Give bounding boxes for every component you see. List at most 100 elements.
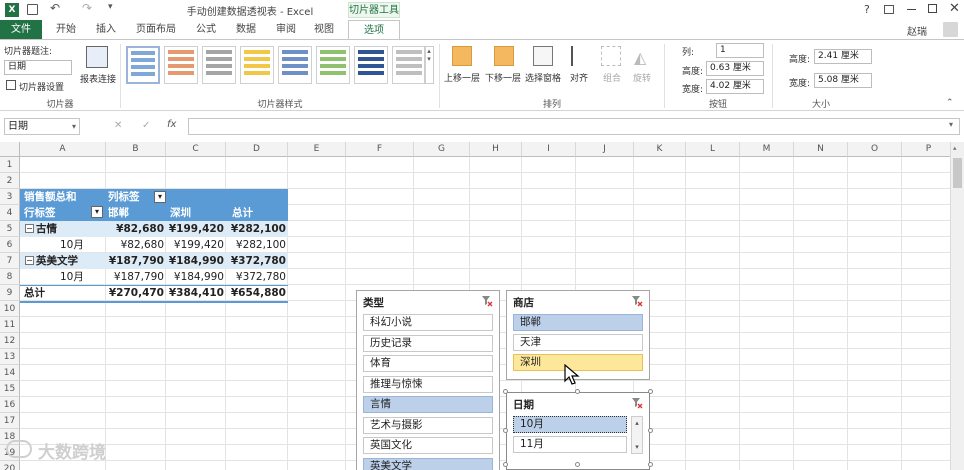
column-header-J[interactable]: J — [576, 142, 634, 157]
scroll-thumb[interactable] — [953, 158, 962, 188]
pivot-row-labels[interactable]: 行标签 — [24, 205, 56, 221]
slicer-style-swatch[interactable] — [316, 46, 350, 84]
resize-handle[interactable] — [575, 462, 580, 467]
insert-function-icon[interactable]: fx — [167, 119, 176, 130]
formula-enter-icon[interactable]: ✓ — [142, 120, 150, 131]
slicer-item-tianjin[interactable]: 天津 — [513, 334, 643, 351]
button-height-input[interactable]: 0.63 厘米 — [706, 61, 764, 76]
formula-cancel-icon[interactable]: ✕ — [114, 120, 122, 131]
row-header-5[interactable]: 5 — [0, 221, 20, 237]
resize-handle[interactable] — [648, 462, 653, 467]
slicer-item[interactable]: 英美文学 — [363, 457, 493, 470]
slicer-date[interactable]: 日期 10月 11月 ▴ ▾ — [506, 392, 650, 470]
clear-filter-icon[interactable] — [481, 295, 493, 307]
resize-handle[interactable] — [648, 428, 653, 433]
column-header-H[interactable]: H — [470, 142, 522, 157]
report-connections-button[interactable]: 报表连接 — [80, 72, 116, 85]
select-all-corner[interactable] — [0, 142, 20, 157]
row-header-15[interactable]: 15 — [0, 381, 20, 397]
slicer-style-swatch[interactable] — [202, 46, 236, 84]
slicer-style-swatch[interactable] — [164, 46, 198, 84]
slicer-style-swatch[interactable] — [126, 46, 160, 84]
tab-formulas[interactable]: 公式 — [188, 20, 224, 39]
ribbon-display-icon[interactable] — [884, 5, 894, 14]
row-header-17[interactable]: 17 — [0, 413, 20, 429]
pivot-col-header-handan[interactable]: 邯郸 — [108, 205, 129, 221]
bring-forward-icon[interactable] — [452, 46, 472, 66]
tab-data[interactable]: 数据 — [228, 20, 264, 39]
tab-review[interactable]: 审阅 — [268, 20, 304, 39]
slicer-item-oct[interactable]: 10月 — [513, 416, 627, 433]
tab-home[interactable]: 开始 — [48, 20, 84, 39]
pivot-value[interactable]: ¥372,780 — [226, 269, 288, 285]
slicer-scrollbar[interactable]: ▴ ▾ — [631, 416, 643, 454]
pivot-value[interactable]: ¥199,420 — [166, 221, 226, 237]
column-header-D[interactable]: D — [226, 142, 288, 157]
slicer-item[interactable]: 艺术与摄影 — [363, 416, 493, 434]
row-header-13[interactable]: 13 — [0, 349, 20, 365]
slicer-item[interactable]: 言情 — [363, 396, 493, 413]
column-header-L[interactable]: L — [686, 142, 740, 157]
pivot-row-label[interactable]: 英美文学 — [36, 253, 78, 269]
resize-handle[interactable] — [503, 428, 508, 433]
report-connections-icon[interactable] — [86, 46, 108, 68]
minimize-icon[interactable] — [907, 9, 916, 10]
slicer-styles-gallery[interactable]: ▴ ▾ — [124, 40, 436, 96]
resize-handle[interactable] — [575, 389, 580, 394]
row-header-6[interactable]: 6 — [0, 237, 20, 253]
expand-formula-icon[interactable]: ▾ — [949, 120, 953, 129]
tab-view[interactable]: 视图 — [306, 20, 342, 39]
pivot-row-label[interactable]: 10月 — [60, 269, 84, 285]
pivot-value[interactable]: ¥282,100 — [226, 221, 288, 237]
clear-filter-icon[interactable] — [631, 397, 643, 409]
column-header-K[interactable]: K — [634, 142, 686, 157]
close-icon[interactable]: ✕ — [949, 1, 960, 16]
row-header-20[interactable]: 20 — [0, 461, 20, 470]
pivot-value[interactable]: ¥270,470 — [106, 285, 166, 301]
pivot-row-label[interactable]: 10月 — [60, 237, 84, 253]
pivot-value[interactable]: ¥199,420 — [166, 237, 226, 253]
bring-forward-button[interactable]: 上移一层 — [444, 71, 480, 84]
slicer-settings-icon[interactable] — [6, 80, 16, 90]
slicer-item-handan[interactable]: 邯郸 — [513, 314, 643, 331]
slicer-caption-input[interactable]: 日期 — [4, 60, 72, 75]
column-header-N[interactable]: N — [794, 142, 848, 157]
user-name[interactable]: 赵瑞 — [907, 23, 927, 38]
collapse-ribbon-icon[interactable]: ⌃ — [946, 98, 954, 108]
column-header-A[interactable]: A — [20, 142, 106, 157]
gallery-scroll[interactable]: ▴ ▾ — [424, 46, 434, 84]
row-header-10[interactable]: 10 — [0, 301, 20, 317]
selection-pane-icon[interactable] — [533, 46, 553, 66]
slicer-style-swatch[interactable] — [392, 46, 426, 84]
size-width-input[interactable]: 5.08 厘米 — [814, 73, 872, 88]
slicer-type[interactable]: 类型 科幻小说 历史记录 体育 推理与惊悚 言情 艺术与摄影 英国文化 英美文学 — [356, 290, 500, 470]
row-header-8[interactable]: 8 — [0, 269, 20, 285]
slicer-style-swatch[interactable] — [354, 46, 388, 84]
resize-handle[interactable] — [503, 462, 508, 467]
slicer-item[interactable]: 科幻小说 — [363, 314, 493, 331]
size-height-input[interactable]: 2.41 厘米 — [814, 49, 872, 64]
row-header-12[interactable]: 12 — [0, 333, 20, 349]
column-header-O[interactable]: O — [848, 142, 902, 157]
row-header-14[interactable]: 14 — [0, 365, 20, 381]
slicer-style-swatch[interactable] — [278, 46, 312, 84]
row-header-2[interactable]: 2 — [0, 173, 20, 189]
pivot-value[interactable]: ¥384,410 — [166, 285, 226, 301]
filter-icon[interactable]: ▾ — [91, 206, 103, 218]
pivot-value[interactable]: ¥187,790 — [106, 269, 166, 285]
pivot-value[interactable]: ¥82,680 — [106, 237, 166, 253]
slicer-item-nov[interactable]: 11月 — [513, 436, 627, 453]
filter-icon[interactable]: ▾ — [154, 191, 166, 203]
worksheet-grid[interactable]: ABCDEFGHIJKLMNOP 1 2 3 4 5 6 7 8 9 10 11 12 13 14 15 16… — [0, 142, 950, 470]
row-header-11[interactable]: 11 — [0, 317, 20, 333]
tab-insert[interactable]: 插入 — [88, 20, 124, 39]
align-icon[interactable] — [571, 46, 589, 66]
resize-handle[interactable] — [503, 389, 508, 394]
clear-filter-icon[interactable] — [631, 295, 643, 307]
pivot-value[interactable]: ¥282,100 — [226, 237, 288, 253]
formula-input[interactable] — [188, 118, 960, 135]
button-width-input[interactable]: 4.02 厘米 — [706, 79, 764, 94]
send-backward-button[interactable]: 下移一层 — [485, 71, 521, 84]
row-header-16[interactable]: 16 — [0, 397, 20, 413]
vertical-scrollbar[interactable]: ▴ — [950, 142, 964, 470]
